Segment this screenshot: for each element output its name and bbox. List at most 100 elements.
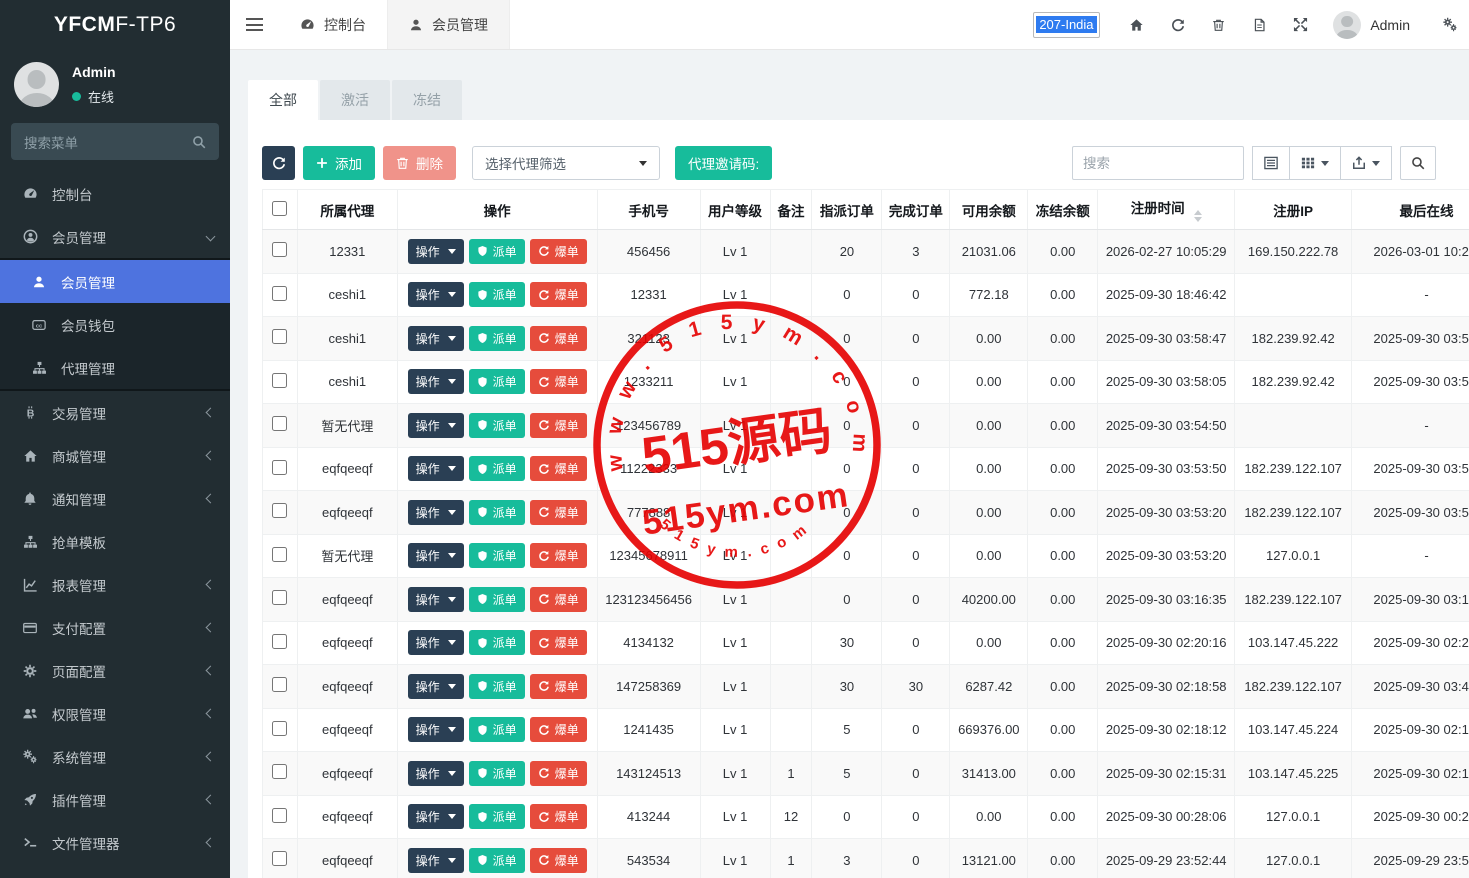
clear-cache-button[interactable] bbox=[1198, 18, 1239, 32]
sidebar-item-report-manage[interactable]: 报表管理 bbox=[0, 563, 230, 606]
refresh-table-button[interactable] bbox=[262, 146, 295, 180]
operate-dropdown-button[interactable]: 操作 bbox=[408, 239, 464, 264]
sidebar-item-member-wallet[interactable]: cc会员钱包 bbox=[0, 303, 230, 346]
row-checkbox[interactable] bbox=[272, 590, 287, 605]
topbar-tab-member-manage[interactable]: 会员管理 bbox=[387, 0, 510, 49]
burst-order-button[interactable]: 爆单 bbox=[530, 674, 587, 699]
dispatch-order-button[interactable]: 派单 bbox=[469, 326, 525, 351]
sidebar-item-addon-manage[interactable]: 插件管理 bbox=[0, 778, 230, 821]
dispatch-order-button[interactable]: 派单 bbox=[469, 369, 525, 394]
operate-dropdown-button[interactable]: 操作 bbox=[408, 500, 464, 525]
operate-dropdown-button[interactable]: 操作 bbox=[408, 848, 464, 873]
column-header-level[interactable]: 用户等级 bbox=[700, 190, 770, 230]
sidebar-toggle-button[interactable] bbox=[230, 0, 279, 49]
dispatch-order-button[interactable]: 派单 bbox=[469, 456, 525, 481]
operate-dropdown-button[interactable]: 操作 bbox=[408, 413, 464, 438]
sidebar-item-member-manage[interactable]: 会员管理 bbox=[0, 260, 230, 303]
status-tab-all[interactable]: 全部 bbox=[248, 80, 318, 120]
row-checkbox[interactable] bbox=[272, 547, 287, 562]
column-header-register-ip[interactable]: 注册IP bbox=[1235, 190, 1352, 230]
sidebar-item-trade-manage[interactable]: B交易管理 bbox=[0, 391, 230, 434]
dispatch-order-button[interactable]: 派单 bbox=[469, 500, 525, 525]
dispatch-order-button[interactable]: 派单 bbox=[469, 413, 525, 438]
burst-order-button[interactable]: 爆单 bbox=[530, 456, 587, 481]
sidebar-item-page-config[interactable]: 页面配置 bbox=[0, 649, 230, 692]
column-header-available-balance[interactable]: 可用余额 bbox=[950, 190, 1028, 230]
sidebar-item-notify-manage[interactable]: 通知管理 bbox=[0, 477, 230, 520]
dispatch-order-button[interactable]: 派单 bbox=[469, 761, 525, 786]
sidebar-item-mall-manage[interactable]: 商城管理 bbox=[0, 434, 230, 477]
row-checkbox[interactable] bbox=[272, 416, 287, 431]
dispatch-order-button[interactable]: 派单 bbox=[469, 239, 525, 264]
operate-dropdown-button[interactable]: 操作 bbox=[408, 674, 464, 699]
dispatch-order-button[interactable]: 派单 bbox=[469, 848, 525, 873]
dispatch-order-button[interactable]: 派单 bbox=[469, 630, 525, 655]
select-all-checkbox[interactable] bbox=[272, 201, 287, 216]
status-tab-active[interactable]: 激活 bbox=[320, 80, 390, 120]
burst-order-button[interactable]: 爆单 bbox=[530, 500, 587, 525]
burst-order-button[interactable]: 爆单 bbox=[530, 326, 587, 351]
agent-filter-select[interactable]: 选择代理筛选 bbox=[472, 146, 660, 180]
operate-dropdown-button[interactable]: 操作 bbox=[408, 456, 464, 481]
burst-order-button[interactable]: 爆单 bbox=[530, 630, 587, 655]
row-checkbox[interactable] bbox=[272, 851, 287, 866]
columns-button[interactable] bbox=[1289, 146, 1341, 180]
sidebar-item-member-manage-parent[interactable]: 会员管理 bbox=[0, 215, 230, 258]
column-header-remark[interactable]: 备注 bbox=[770, 190, 812, 230]
row-checkbox[interactable] bbox=[272, 764, 287, 779]
sidebar-item-agent-manage[interactable]: 代理管理 bbox=[0, 346, 230, 389]
admin-avatar[interactable] bbox=[1333, 11, 1361, 39]
burst-order-button[interactable]: 爆单 bbox=[530, 761, 587, 786]
dispatch-order-button[interactable]: 派单 bbox=[469, 674, 525, 699]
operate-dropdown-button[interactable]: 操作 bbox=[408, 282, 464, 307]
burst-order-button[interactable]: 爆单 bbox=[530, 587, 587, 612]
sidebar-item-pay-config[interactable]: 支付配置 bbox=[0, 606, 230, 649]
burst-order-button[interactable]: 爆单 bbox=[530, 848, 587, 873]
site-select-input[interactable]: 207-India bbox=[1033, 12, 1100, 38]
row-checkbox[interactable] bbox=[272, 460, 287, 475]
sidebar-item-console[interactable]: 控制台 bbox=[0, 172, 230, 215]
column-header-assigned-orders[interactable]: 指派订单 bbox=[812, 190, 882, 230]
admin-name[interactable]: Admin bbox=[1370, 17, 1410, 33]
row-checkbox[interactable] bbox=[272, 721, 287, 736]
burst-order-button[interactable]: 爆单 bbox=[530, 804, 587, 829]
column-header-frozen-balance[interactable]: 冻结余额 bbox=[1028, 190, 1098, 230]
sidebar-item-online-command[interactable]: 在线命令管理 bbox=[0, 864, 230, 878]
sort-toggle-icon[interactable] bbox=[1194, 210, 1202, 222]
column-header-actions[interactable]: 操作 bbox=[397, 190, 597, 230]
refresh-button[interactable] bbox=[1157, 18, 1198, 32]
row-checkbox[interactable] bbox=[272, 634, 287, 649]
export-button[interactable] bbox=[1340, 146, 1392, 180]
fullscreen-button[interactable] bbox=[1280, 17, 1321, 32]
search-submit-button[interactable] bbox=[1400, 146, 1436, 180]
table-search-input[interactable] bbox=[1072, 146, 1244, 180]
topbar-tab-console[interactable]: 控制台 bbox=[279, 0, 387, 49]
operate-dropdown-button[interactable]: 操作 bbox=[408, 369, 464, 394]
operate-dropdown-button[interactable]: 操作 bbox=[408, 761, 464, 786]
sidebar-item-system-manage[interactable]: 系统管理 bbox=[0, 735, 230, 778]
burst-order-button[interactable]: 爆单 bbox=[530, 717, 587, 742]
column-header-phone[interactable]: 手机号 bbox=[597, 190, 700, 230]
row-checkbox[interactable] bbox=[272, 373, 287, 388]
operate-dropdown-button[interactable]: 操作 bbox=[408, 587, 464, 612]
operate-dropdown-button[interactable]: 操作 bbox=[408, 804, 464, 829]
dispatch-order-button[interactable]: 派单 bbox=[469, 804, 525, 829]
sidebar-item-auth-manage[interactable]: 权限管理 bbox=[0, 692, 230, 735]
sidebar-item-file-manager[interactable]: 文件管理器 bbox=[0, 821, 230, 864]
delete-button[interactable]: 删除 bbox=[383, 146, 456, 180]
operate-dropdown-button[interactable]: 操作 bbox=[408, 717, 464, 742]
dispatch-order-button[interactable]: 派单 bbox=[469, 543, 525, 568]
log-document-button[interactable] bbox=[1239, 18, 1280, 32]
row-checkbox[interactable] bbox=[272, 242, 287, 257]
row-checkbox[interactable] bbox=[272, 286, 287, 301]
settings-cogs-button[interactable] bbox=[1435, 17, 1465, 32]
burst-order-button[interactable]: 爆单 bbox=[530, 413, 587, 438]
sidebar-item-order-template[interactable]: 抢单模板 bbox=[0, 520, 230, 563]
column-header-register-time[interactable]: 注册时间 bbox=[1098, 190, 1235, 230]
column-header-agent[interactable]: 所属代理 bbox=[297, 190, 397, 230]
row-checkbox[interactable] bbox=[272, 808, 287, 823]
dispatch-order-button[interactable]: 派单 bbox=[469, 587, 525, 612]
operate-dropdown-button[interactable]: 操作 bbox=[408, 543, 464, 568]
row-checkbox[interactable] bbox=[272, 503, 287, 518]
burst-order-button[interactable]: 爆单 bbox=[530, 239, 587, 264]
